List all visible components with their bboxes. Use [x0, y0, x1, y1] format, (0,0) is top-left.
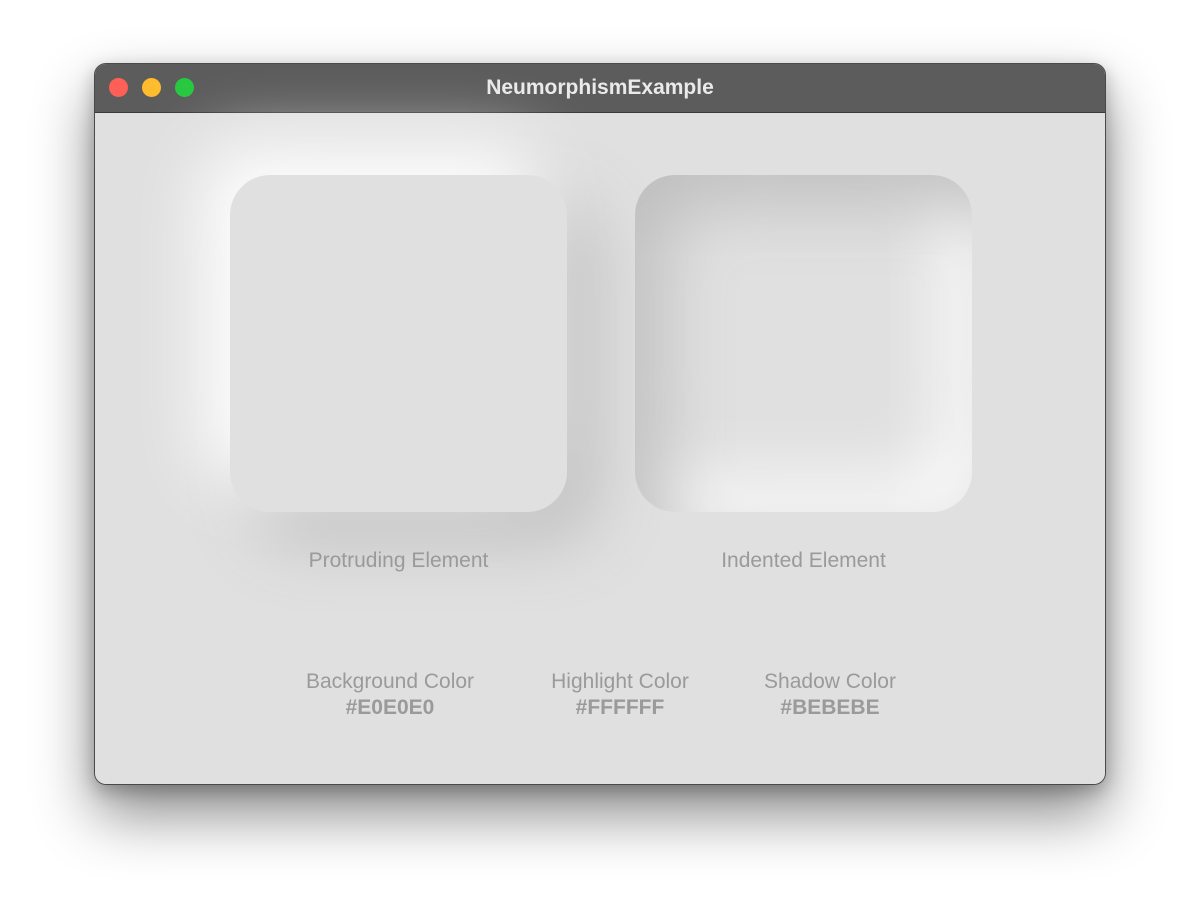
- protruding-element: [230, 175, 567, 512]
- shadow-color-info: Shadow Color #BEBEBE: [740, 670, 920, 720]
- window-content: Protruding Element Indented Element Back…: [95, 113, 1105, 784]
- app-window: NeumorphismExample Protruding Element In…: [94, 63, 1106, 785]
- indented-element: [635, 175, 972, 512]
- protruding-element-label: Protruding Element: [308, 549, 489, 572]
- background-color-value: #E0E0E0: [345, 696, 435, 719]
- shadow-color-value: #BEBEBE: [780, 696, 880, 719]
- window-title: NeumorphismExample: [486, 76, 714, 99]
- background-color-info: Background Color #E0E0E0: [290, 670, 490, 720]
- background-color-label: Background Color: [305, 670, 475, 693]
- highlight-color-label: Highlight Color: [551, 670, 689, 693]
- shadow-color-label: Shadow Color: [764, 670, 896, 693]
- highlight-color-value: #FFFFFF: [575, 696, 665, 719]
- indented-element-label: Indented Element: [721, 549, 886, 572]
- title-bar[interactable]: NeumorphismExample: [95, 64, 1105, 113]
- highlight-color-info: Highlight Color #FFFFFF: [525, 670, 715, 720]
